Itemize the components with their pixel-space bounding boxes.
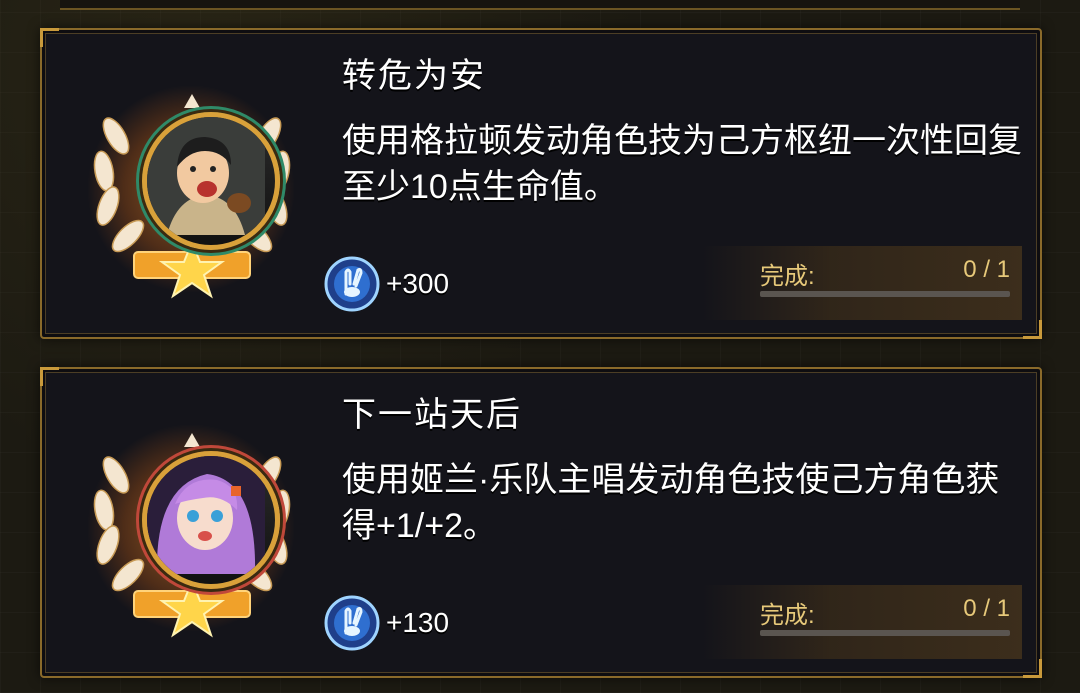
- man-portrait-icon: [142, 112, 280, 250]
- progress-count: 0 / 1: [963, 595, 1010, 622]
- progress-bar: [760, 291, 1010, 297]
- achievement-badge: [76, 66, 308, 306]
- progress-label: 完成:: [760, 263, 815, 290]
- reward-value: +300: [386, 268, 450, 299]
- progress-label: 完成:: [760, 602, 815, 629]
- progress-bar: [760, 630, 1010, 636]
- purple-hair-girl-portrait-icon: [142, 451, 280, 589]
- rabbit-token-icon: [324, 256, 380, 312]
- progress-panel: 完成: 0 / 1: [702, 585, 1022, 659]
- achievement-title: 转危为安: [342, 57, 486, 95]
- achievement-card[interactable]: 下一站天后 使用姬兰·乐队主唱发动角色技使己方角色获得+1/+2。 +130 完…: [40, 367, 1042, 678]
- achievement-badge: [76, 405, 308, 645]
- achievement-card[interactable]: 转危为安 使用格拉顿发动角色技为己方枢纽一次性回复至少10点生命值。 +300 …: [40, 28, 1042, 339]
- rabbit-token-icon: [324, 595, 380, 651]
- reward-value: +130: [386, 607, 450, 638]
- achievement-description: 使用格拉顿发动角色技为己方枢纽一次性回复至少10点生命值。: [342, 122, 1022, 206]
- achievement-description: 使用姬兰·乐队主唱发动角色技使己方角色获得+1/+2。: [342, 461, 1000, 545]
- progress-panel: 完成: 0 / 1: [702, 246, 1022, 320]
- achievement-title: 下一站天后: [342, 396, 522, 434]
- previous-card-edge: [60, 0, 1020, 10]
- reward: +300: [324, 256, 449, 312]
- progress-count: 0 / 1: [963, 256, 1010, 283]
- reward: +130: [324, 595, 449, 651]
